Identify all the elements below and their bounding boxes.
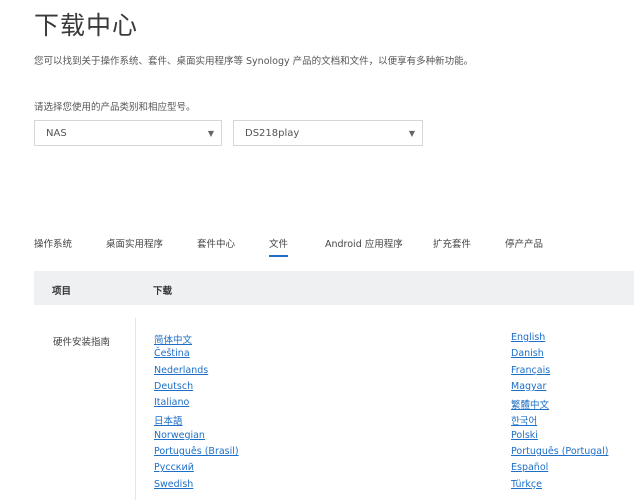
language-link[interactable]: Čeština [154,348,190,359]
model-select[interactable]: DS218play ▼ [233,120,423,146]
list-item: Español [511,462,608,478]
list-item: 한국어 [511,413,608,429]
tab-os[interactable]: 操作系统 [34,236,72,250]
chevron-down-icon: ▼ [408,129,415,138]
list-item: 日本語 [154,413,239,429]
category-select[interactable]: NAS ▼ [34,120,222,146]
language-list-right: English Danish Français Magyar 繁體中文 한국어 … [511,332,608,495]
list-item: English [511,332,608,348]
chevron-down-icon: ▼ [207,129,214,138]
list-item: 简体中文 [154,332,239,348]
language-list-left: 简体中文 Čeština Nederlands Deutsch Italiano… [154,332,239,495]
language-link[interactable]: Polski [511,430,538,441]
column-divider [135,318,136,500]
list-item: Norwegian [154,430,239,446]
list-item: Danish [511,348,608,364]
list-item: Nederlands [154,365,239,381]
language-link[interactable]: English [511,332,545,343]
language-link[interactable]: 简体中文 [154,335,192,346]
language-link[interactable]: Português (Portugal) [511,446,608,457]
language-link[interactable]: Nederlands [154,365,208,376]
tab-android-apps[interactable]: Android 应用程序 [325,236,403,250]
page-title: 下载中心 [34,11,139,40]
list-item: Italiano [154,397,239,413]
list-item: Čeština [154,348,239,364]
header-item: 项目 [52,286,72,297]
list-item: Français [511,365,608,381]
language-link[interactable]: 日本語 [154,416,183,427]
language-link[interactable]: Português (Brasil) [154,446,239,457]
list-item: Português (Brasil) [154,446,239,462]
list-item: Polski [511,430,608,446]
language-link[interactable]: Magyar [511,381,546,392]
list-item: Türkçe [511,479,608,495]
list-item: Swedish [154,479,239,495]
tab-discontinued[interactable]: 停产产品 [505,236,543,250]
language-link[interactable]: Español [511,462,548,473]
model-select-value: DS218play [245,128,300,139]
selection-prompt: 请选择您使用的产品类别和相应型号。 [34,102,196,113]
header-download: 下载 [153,286,173,297]
row-label: 硬件安装指南 [53,337,111,348]
list-item: Deutsch [154,381,239,397]
language-link[interactable]: Swedish [154,479,193,490]
table-header: 项目 下载 [34,271,634,305]
language-link[interactable]: Русский [154,462,194,473]
category-select-value: NAS [46,128,67,139]
language-link[interactable]: Italiano [154,397,189,408]
language-link[interactable]: 繁體中文 [511,400,549,411]
tab-desktop-utilities[interactable]: 桌面实用程序 [106,236,163,250]
tab-documents[interactable]: 文件 [269,236,289,257]
page-description: 您可以找到关于操作系统、套件、桌面实用程序等 Synology 产品的文档和文件… [34,56,474,67]
list-item: Português (Portugal) [511,446,608,462]
tab-package-center[interactable]: 套件中心 [197,236,235,250]
list-item: Русский [154,462,239,478]
language-link[interactable]: Türkçe [511,479,542,490]
language-link[interactable]: 한국어 [511,416,537,427]
tab-expansion[interactable]: 扩充套件 [433,236,471,250]
language-link[interactable]: Danish [511,348,544,359]
list-item: Magyar [511,381,608,397]
list-item: 繁體中文 [511,397,608,413]
language-link[interactable]: Deutsch [154,381,193,392]
language-link[interactable]: Français [511,365,550,376]
language-link[interactable]: Norwegian [154,430,205,441]
